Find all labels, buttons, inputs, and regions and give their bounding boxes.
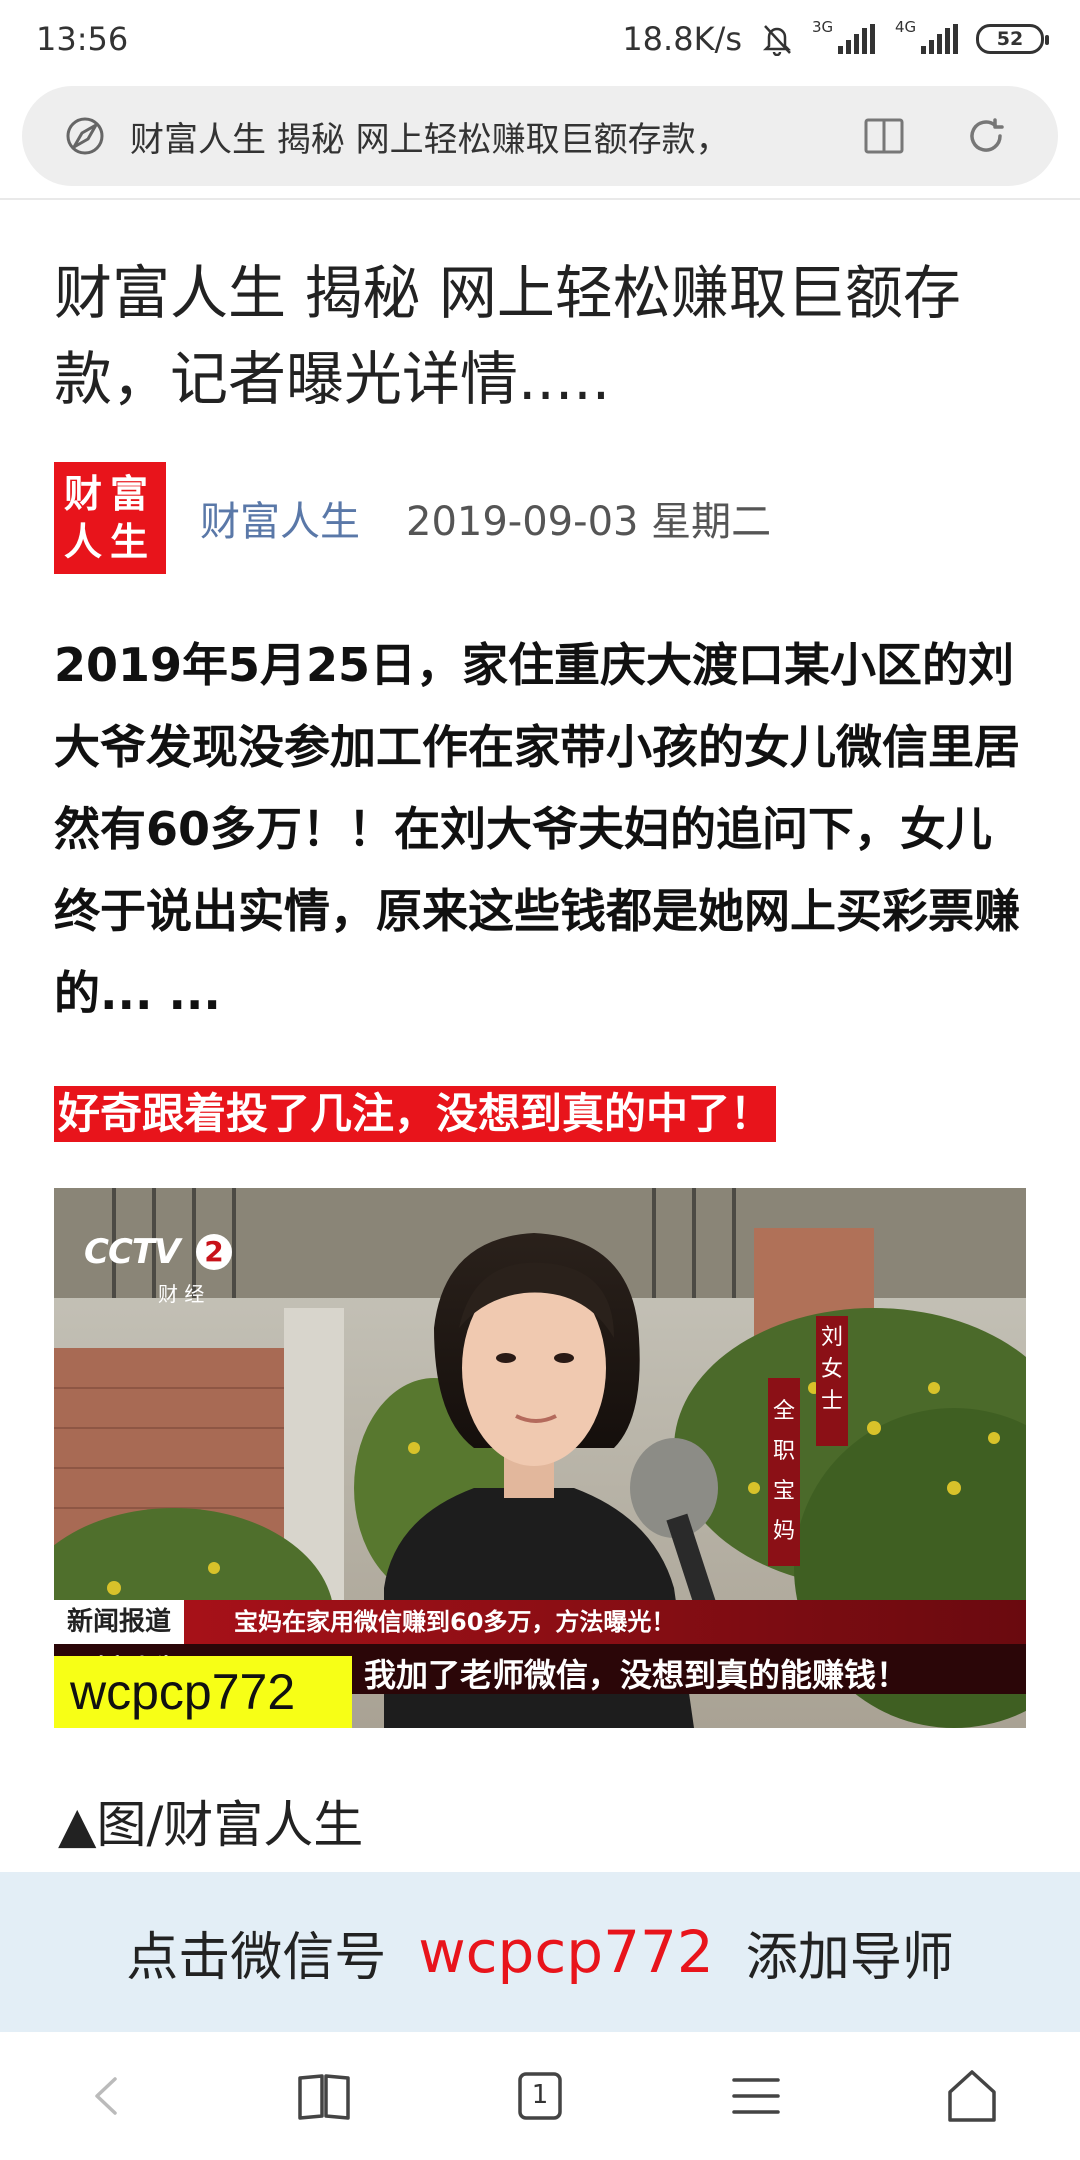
back-button[interactable] (68, 2056, 148, 2136)
wechat-id-overlay: wcpcp772 (54, 1656, 352, 1728)
name-tag: 刘女士 (820, 1325, 843, 1414)
cctv-channel-number: 2 (196, 1234, 232, 1270)
lead-paragraph: 2019年5月25日，家住重庆大渡口某小区的刘大爷发现没参加工作在家带小孩的女儿… (54, 638, 1020, 1020)
wechat-banner[interactable]: 点击微信号 wcpcp772 添加导师 (0, 1872, 1080, 2032)
bookmarks-button[interactable] (284, 2056, 364, 2136)
browser-nav-bar: 1 (0, 2032, 1080, 2160)
highlight-text: 好奇跟着投了几注，没想到真的中了！ (54, 1086, 777, 1142)
mute-bell-icon (762, 25, 792, 56)
publish-date: 2019-09-03 星期二 (406, 499, 772, 545)
publisher-logo[interactable]: 财富人生 (54, 462, 166, 574)
home-icon (948, 2070, 996, 2122)
news-label: 新闻报道 (54, 1600, 184, 1644)
signal-3g-icon: 3G (812, 18, 875, 54)
address-text[interactable]: 财富人生 揭秘 网上轻松赚取巨额存款， (130, 112, 790, 161)
banner-suffix: 添加导师 (745, 1927, 954, 1988)
status-time: 13:56 (36, 20, 129, 58)
article-meta: 财富人生 财富人生 2019-09-03 星期二 (54, 462, 1034, 574)
back-icon (95, 2077, 117, 2115)
cctv-logo: CCTV 2 财 经 (84, 1232, 244, 1312)
cctv-logo-text: CCTV (84, 1232, 180, 1272)
news-video-still[interactable]: CCTV 2 财 经 刘女士 全职宝妈 新闻报道 宝妈在家用微信赚到60多万，方… (54, 1188, 1026, 1728)
menu-button[interactable] (716, 2056, 796, 2136)
net-type-4g: 4G (895, 18, 917, 36)
bookmarks-icon (298, 2074, 350, 2120)
tab-count: 1 (531, 2080, 549, 2110)
status-bar: 13:56 18.8K/s 3G 4G 52 (0, 0, 1080, 78)
news-lower-third: 新闻报道 宝妈在家用微信赚到60多万，方法曝光！ (54, 1600, 1026, 1644)
news-headline: 宝妈在家用微信赚到60多万，方法曝光！ (234, 1608, 676, 1636)
cctv-channel-sub: 财 经 (158, 1282, 205, 1306)
video-subtitle: 我加了老师微信，没想到真的能赚钱！ (364, 1656, 909, 1694)
toolbar-divider (0, 198, 1080, 200)
net-type-3g: 3G (812, 18, 834, 36)
compass-icon (66, 117, 104, 155)
author-link[interactable]: 财富人生 (200, 489, 360, 547)
home-button[interactable] (932, 2056, 1012, 2136)
menu-icon (732, 2078, 780, 2114)
tabs-button[interactable]: 1 (500, 2056, 580, 2136)
browser-toolbar: 财富人生 揭秘 网上轻松赚取巨额存款， (0, 78, 1080, 198)
refresh-icon[interactable] (962, 112, 1010, 160)
status-icons: 18.8K/s 3G 4G 52 (622, 18, 1049, 58)
battery-level: 52 (996, 28, 1024, 50)
banner-wechat-id[interactable]: wcpcp772 (418, 1918, 714, 1986)
signal-4g-icon: 4G (895, 18, 958, 54)
reader-mode-icon[interactable] (860, 112, 908, 160)
highlight-line: 好奇跟着投了几注，没想到真的中了！ (54, 1086, 1034, 1142)
banner-prefix: 点击微信号 (126, 1927, 387, 1988)
article: 财富人生 揭秘 网上轻松赚取巨额存款，记者曝光详情..... 财富人生 财富人生… (54, 250, 1034, 1142)
article-title: 财富人生 揭秘 网上轻松赚取巨额存款，记者曝光详情..... (54, 259, 961, 413)
address-bar[interactable]: 财富人生 揭秘 网上轻松赚取巨额存款， (22, 86, 1058, 186)
battery-icon: 52 (976, 24, 1049, 54)
role-tag: 全职宝妈 (772, 1399, 795, 1544)
network-speed: 18.8K/s (622, 20, 742, 58)
image-caption: ▲图/财富人生 (58, 1796, 364, 1854)
